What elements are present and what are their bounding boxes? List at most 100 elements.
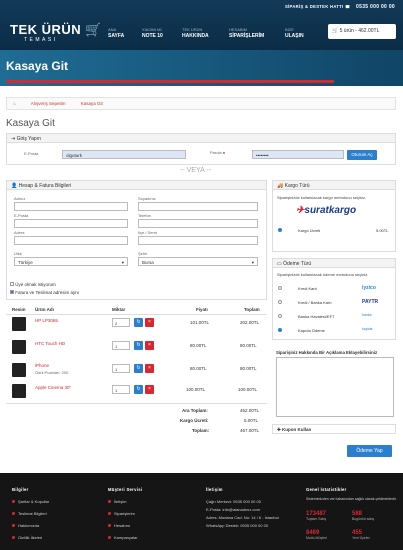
member-checkbox[interactable]: Üye olmak istiyorum — [10, 282, 56, 287]
refresh-icon[interactable]: ↻ — [134, 385, 143, 394]
nav-home[interactable]: ANA SAYFA — [108, 26, 124, 40]
city-select[interactable]: Bursa ▾ — [138, 257, 258, 266]
remove-icon[interactable]: × — [145, 385, 154, 394]
iyzico-logo: iyzico — [362, 285, 376, 291]
password-label: Parola ● — [210, 150, 226, 155]
footer-link[interactable]: Siparişlerim — [108, 511, 135, 516]
shipping-desc: Siparişinizde kullanılacak kargo metodun… — [277, 195, 367, 200]
footer-contact-title: İletişim — [206, 487, 223, 492]
subtotal-label: Ara Toplam: — [182, 408, 208, 413]
payment-radio[interactable] — [278, 286, 282, 290]
home-icon[interactable]: ⌂ — [13, 101, 16, 106]
footer-link[interactable]: Gizlilik İlkeleri — [12, 535, 42, 540]
name-label: Adınız — [14, 196, 26, 201]
refresh-icon[interactable]: ↻ — [134, 318, 143, 327]
payment-desc: Siparişinizde kullanılacak ödeme metodun… — [277, 272, 369, 277]
quantity-input[interactable]: 1 — [112, 385, 130, 394]
banner-title: Kasaya Git — [6, 59, 69, 73]
nav-account[interactable]: HESABIM SİPARİŞLERİM — [229, 26, 264, 40]
address-input[interactable] — [14, 236, 128, 245]
row-price: 80.00TL — [190, 366, 207, 371]
refresh-icon[interactable]: ↻ — [134, 341, 143, 350]
invoice-checkbox[interactable]: Fatura ve Teslimat adresim aynı — [10, 290, 79, 295]
remove-icon[interactable]: × — [145, 341, 154, 350]
footer-stats-desc: Sistemimizden veri tabanından sağlık ola… — [306, 497, 397, 501]
quantity-input[interactable]: 1 — [112, 364, 130, 373]
coupon-panel[interactable]: ✚ Kupon Kullan — [272, 424, 396, 434]
payment-radio[interactable] — [278, 300, 282, 304]
payment-method: Kredi / Banka Kartı — [298, 300, 332, 305]
col-qty: Miktar — [112, 307, 126, 312]
breadcrumb-cart[interactable]: Alışveriş Sepetim — [31, 101, 66, 106]
breadcrumb-checkout[interactable]: Kasaya Git — [81, 101, 103, 106]
info-icon: ● — [222, 150, 226, 155]
confirm-order-button[interactable]: Ödeme Yap — [347, 445, 392, 457]
nav-about[interactable]: TEK ÜRÜN HAKKINDA — [182, 26, 209, 40]
chevron-down-icon: ▾ — [121, 260, 124, 265]
shipping-panel-header: 🚚 Kargo Türü — [273, 181, 395, 190]
login-email-field[interactable]: olguturk — [62, 150, 186, 159]
logo[interactable]: TEK ÜRÜN 🛒 — [10, 22, 102, 38]
country-select[interactable]: Türkiye ▾ — [14, 257, 128, 266]
footer-link[interactable]: İletişim — [108, 499, 126, 504]
surname-label: Soyadınız — [138, 196, 156, 201]
shipping-value: 5.00TL — [244, 418, 259, 423]
product-image[interactable] — [12, 340, 26, 354]
col-total: Toplam — [244, 307, 260, 312]
footer-link[interactable]: Şartlar & Koşullar — [12, 499, 49, 504]
cart-icon: 🛒 — [332, 28, 339, 34]
product-image[interactable] — [12, 317, 26, 331]
payment-radio[interactable] — [278, 328, 282, 332]
breadcrumb: ⌂ Alışveriş Sepetim Kasaya Git — [6, 97, 396, 110]
row-price: 100.00TL — [186, 387, 206, 392]
footer-stats-title: Genel İstatistikler — [306, 487, 347, 492]
login-button[interactable]: Oturum Aç — [347, 150, 377, 160]
email-label: E-Posta — [24, 151, 39, 156]
refresh-icon[interactable]: ↻ — [134, 364, 143, 373]
login-password-field[interactable]: •••••••• — [252, 150, 344, 159]
address-label: Adres — [14, 230, 25, 235]
nav-product[interactable]: XIAOMI Mİ NOTE 10 — [142, 26, 163, 40]
note-title: Siparişiniz Hakkında Bir Açıklama Eklaye… — [276, 350, 378, 355]
address-panel-header: 👤 Hesap & Fatura Bilgileri — [7, 181, 266, 190]
cart-button[interactable]: 🛒 5 ürün - 462.00TL — [328, 24, 396, 39]
product-name[interactable]: HP LP3065 — [35, 318, 58, 323]
country-label: Ülke — [14, 251, 23, 256]
stat-item: 455 Yeni Üyeler — [352, 530, 370, 540]
product-name[interactable]: iPhone — [35, 363, 49, 368]
quantity-input[interactable]: 2 — [112, 318, 130, 327]
nav-contact[interactable]: BİZE ULAŞIN — [285, 26, 304, 40]
address-email-input[interactable] — [14, 219, 128, 228]
note-textarea[interactable] — [276, 357, 394, 417]
footer-link[interactable]: Hesabım — [108, 523, 130, 528]
user-icon: 👤 — [11, 183, 18, 189]
logo-subtitle: TEMASI — [24, 37, 58, 43]
name-input[interactable] — [14, 202, 128, 211]
product-name[interactable]: HTC Touch HD — [35, 341, 65, 346]
product-image[interactable] — [12, 384, 26, 398]
payment-radio[interactable] — [278, 314, 282, 318]
footer-link[interactable]: Kampanyalar — [108, 535, 138, 540]
address-email-label: E-Posta — [14, 213, 29, 218]
paytr-logo: PAYTR — [362, 299, 379, 305]
support-phone[interactable]: 0535 000 00 00 — [356, 4, 395, 10]
tag-icon: ✚ — [277, 427, 281, 432]
product-image[interactable] — [12, 363, 26, 377]
quantity-input[interactable]: 1 — [112, 341, 130, 350]
footer — [0, 473, 403, 550]
product-name[interactable]: Apple Cinema 30" — [35, 385, 71, 390]
remove-icon[interactable]: × — [145, 318, 154, 327]
payment-method: Kapıda Ödeme — [298, 328, 325, 333]
district-input[interactable] — [138, 236, 258, 245]
footer-link[interactable]: Teslimat Bilgileri — [12, 511, 47, 516]
shipping-radio[interactable] — [278, 228, 282, 232]
login-panel-header: ⇥ Giriş Yapın — [7, 134, 395, 143]
footer-link[interactable]: Hakkımızda — [12, 523, 39, 528]
chevron-down-icon: ▾ — [251, 260, 254, 265]
phone-input[interactable] — [138, 219, 258, 228]
surname-input[interactable] — [138, 202, 258, 211]
row-total: 80.00TL — [240, 366, 257, 371]
remove-icon[interactable]: × — [145, 364, 154, 373]
col-product: Ürün Adı — [35, 307, 54, 312]
footer-service-title: Müşteri Servisi — [108, 487, 143, 492]
